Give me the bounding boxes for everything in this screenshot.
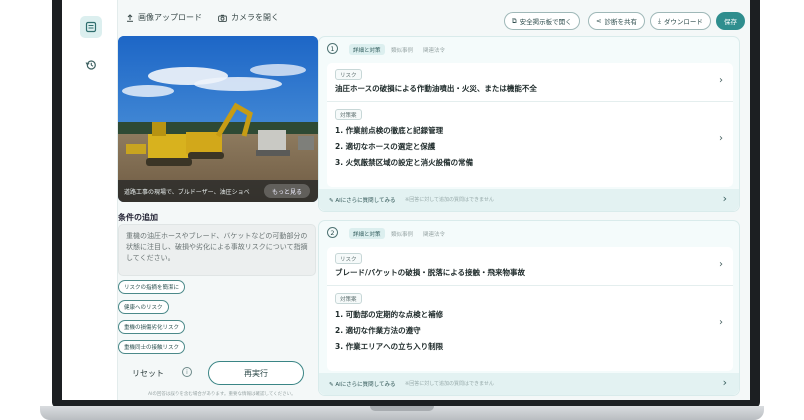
- save-button[interactable]: 保存: [716, 12, 745, 30]
- upload-icon: [127, 13, 133, 22]
- share-diagnosis-button[interactable]: ⋖ 診断を共有: [588, 12, 645, 30]
- ai-footnote: AIの回答は誤りを含む場合があります。重要な情報は確認してください。: [148, 392, 296, 397]
- save-label: 保存: [724, 18, 737, 26]
- upload-label: 画像アップロード: [138, 13, 202, 22]
- measure-item: 2. 適切な作業方法の遵守: [335, 326, 421, 335]
- history-icon[interactable]: [80, 54, 102, 76]
- board-icon: ⧉: [512, 16, 517, 25]
- card-header: 1 詳細と対策 類似事例 関連法令: [319, 37, 739, 61]
- measure-item: 3. 作業エリアへの立ち入り制限: [335, 342, 444, 351]
- measure-item: 1. 可動部の定期的な点検と補修: [335, 310, 444, 319]
- risk-card-2: 2 詳細と対策 類似事例 関連法令 リスク ブレード/バケットの破損・脱落による…: [318, 220, 740, 396]
- suggestion-chip-contact[interactable]: 重機同士の接触リスク: [118, 340, 186, 354]
- chevron-right-icon[interactable]: ›: [723, 192, 727, 205]
- divider: [327, 285, 733, 286]
- risk-label: リスク: [335, 253, 362, 264]
- card-body: リスク ブレード/バケットの破損・脱落による接触・飛来物事故 › 対策案 1. …: [327, 247, 733, 371]
- measure-item: 3. 火気厳禁区域の設定と消火設備の常備: [335, 158, 474, 167]
- tab-similar-cases[interactable]: 類似事例: [387, 44, 417, 55]
- risk-text[interactable]: ブレード/バケットの破損・脱落による接触・飛来物事故: [335, 267, 525, 278]
- download-button[interactable]: ⤓ ダウンロード: [650, 12, 711, 30]
- camera-icon: [218, 14, 227, 22]
- ask-ai-label: ✎ AIにさらに質問してみる: [329, 198, 396, 204]
- measure-item: 2. 適切なホースの選定と保護: [335, 142, 436, 151]
- divider: [327, 101, 733, 102]
- app-screen: 画像アップロード カメラを開く ⧉ 安全掲示板で開く ⋖ 診断を共有 ⤓ ダウンロード…: [62, 0, 750, 400]
- tab-details[interactable]: 詳細と対策: [349, 228, 385, 239]
- ask-ai-note: ※回答に対して追加の質問はできません: [405, 381, 494, 387]
- chevron-right-icon[interactable]: ›: [723, 376, 727, 389]
- chevron-right-icon[interactable]: ›: [719, 259, 723, 270]
- measures-label: 対策案: [335, 109, 362, 120]
- measures-label: 対策案: [335, 293, 362, 304]
- upload-image-link[interactable]: 画像アップロード: [126, 12, 202, 23]
- ask-ai-row[interactable]: ✎ AIにさらに質問してみる ※回答に対して追加の質問はできません ›: [319, 189, 739, 211]
- ask-ai-row[interactable]: ✎ AIにさらに質問してみる ※回答に対して追加の質問はできません ›: [319, 373, 739, 395]
- card-number: 1: [327, 43, 338, 54]
- card-number: 2: [327, 227, 338, 238]
- download-label: ダウンロード: [663, 18, 703, 26]
- risk-card-1: 1 詳細と対策 類似事例 関連法令 リスク 油圧ホースの破損による作動油噴出・火…: [318, 36, 740, 212]
- suggestion-chip-concise[interactable]: リスクの指摘を簡潔に: [118, 280, 186, 294]
- conditions-title: 条件の追加: [118, 213, 158, 222]
- suggestion-chip-health[interactable]: 健康へのリスク: [118, 300, 169, 314]
- laptop-base: [40, 406, 764, 420]
- camera-label: カメラを開く: [231, 13, 279, 22]
- construction-site-image: [118, 36, 318, 202]
- measure-item: 1. 作業前点検の徹底と記録管理: [335, 126, 444, 135]
- top-toolbar: 画像アップロード カメラを開く ⧉ 安全掲示板で開く ⋖ 診断を共有 ⤓ ダウンロード…: [118, 8, 750, 34]
- info-icon[interactable]: i: [182, 367, 192, 377]
- chevron-right-icon[interactable]: ›: [719, 75, 723, 86]
- tab-similar-cases[interactable]: 類似事例: [387, 228, 417, 239]
- rerun-button[interactable]: 再実行: [208, 361, 304, 385]
- chevron-right-icon[interactable]: ›: [719, 317, 723, 328]
- tab-regulations[interactable]: 関連法令: [419, 228, 449, 239]
- card-header: 2 詳細と対策 類似事例 関連法令: [319, 221, 739, 245]
- reset-button[interactable]: リセット: [132, 368, 164, 379]
- chevron-right-icon[interactable]: ›: [719, 133, 723, 144]
- share-icon: ⋖: [596, 17, 602, 25]
- suggestion-chip-damage[interactable]: 重機の損傷劣化リスク: [118, 320, 186, 334]
- card-body: リスク 油圧ホースの破損による作動油噴出・火災、または機能不全 › 対策案 1.…: [327, 63, 733, 187]
- ask-ai-note: ※回答に対して追加の質問はできません: [405, 197, 494, 203]
- open-safety-board-button[interactable]: ⧉ 安全掲示板で開く: [504, 12, 580, 30]
- risk-text[interactable]: 油圧ホースの破損による作動油噴出・火災、または機能不全: [335, 83, 537, 94]
- see-more-button[interactable]: もっと見る: [263, 184, 310, 198]
- laptop-notch: [370, 406, 434, 411]
- ask-ai-label: ✎ AIにさらに質問してみる: [329, 382, 396, 388]
- safety-board-label: 安全掲示板で開く: [519, 18, 572, 26]
- site-photo[interactable]: 道路工事の現場で、ブルドーザー、油圧ショベ もっと見る: [118, 36, 318, 202]
- conditions-textarea[interactable]: 重機の油圧ホースやブレード、バケットなどの可動部分の状態に注目し、破損や劣化によ…: [118, 224, 316, 276]
- risk-label: リスク: [335, 69, 362, 80]
- tab-regulations[interactable]: 関連法令: [419, 44, 449, 55]
- open-camera-link[interactable]: カメラを開く: [218, 12, 279, 23]
- photo-caption-bar: 道路工事の現場で、ブルドーザー、油圧ショベ もっと見る: [118, 180, 318, 202]
- document-icon[interactable]: [80, 16, 102, 38]
- laptop-stage: 画像アップロード カメラを開く ⧉ 安全掲示板で開く ⋖ 診断を共有 ⤓ ダウンロード…: [0, 0, 804, 420]
- tab-details[interactable]: 詳細と対策: [349, 44, 385, 55]
- photo-caption: 道路工事の現場で、ブルドーザー、油圧ショベ: [124, 189, 250, 196]
- side-rail: [62, 0, 118, 400]
- share-label: 診断を共有: [604, 18, 637, 26]
- download-icon: ⤓: [658, 16, 661, 25]
